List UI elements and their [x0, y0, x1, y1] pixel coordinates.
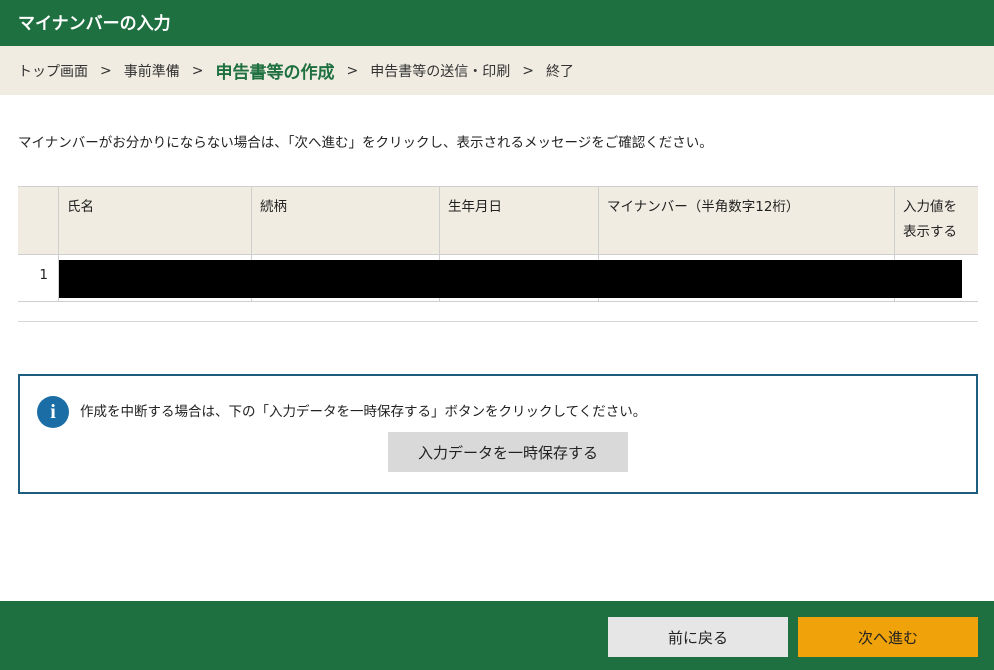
footer-bar: 前に戻る 次へ進む [0, 601, 994, 670]
info-icon: i [37, 396, 69, 428]
chevron-right-icon: > [100, 62, 112, 79]
page-title: マイナンバーの入力 [18, 14, 171, 34]
table-row: 1 [18, 255, 978, 301]
header-mynumber: マイナンバー（半角数字12桁） [598, 187, 894, 254]
next-button[interactable]: 次へ進む [798, 617, 978, 657]
save-temporarily-button[interactable]: 入力データを一時保存する [388, 432, 628, 472]
breadcrumb-item-end: 終了 [545, 63, 574, 80]
chevron-right-icon: > [346, 62, 359, 79]
chevron-right-icon: > [191, 62, 204, 79]
table-header: 氏名 続柄 生年月日 マイナンバー（半角数字12桁） 入力値を表示する [18, 187, 978, 255]
divider [18, 321, 978, 322]
breadcrumb-item-create: 申告書等の作成 [215, 63, 335, 83]
back-button[interactable]: 前に戻る [608, 617, 788, 657]
breadcrumb-item-top: トップ画面 [18, 63, 88, 80]
header-show-value: 入力値を表示する [894, 187, 978, 254]
intro-text: マイナンバーがお分かりにならない場合は、「次へ進む」をクリックし、表示されるメッ… [18, 135, 713, 151]
app-header: マイナンバーの入力 [0, 0, 994, 46]
header-relation: 続柄 [251, 187, 439, 254]
mynumber-table: 氏名 続柄 生年月日 マイナンバー（半角数字12桁） 入力値を表示する 1 [18, 186, 978, 302]
breadcrumb-item-prep: 事前準備 [123, 63, 180, 80]
redaction-bar [59, 260, 962, 298]
header-name: 氏名 [58, 187, 251, 254]
notice-text: 作成を中断する場合は、下の「入力データを一時保存する」ボタンをクリックしてくださ… [80, 404, 647, 420]
row-number: 1 [39, 267, 48, 283]
chevron-right-icon: > [522, 62, 534, 79]
save-notice-box: i 作成を中断する場合は、下の「入力データを一時保存する」ボタンをクリックしてく… [18, 374, 978, 494]
header-number [18, 187, 58, 254]
breadcrumb-item-send: 申告書等の送信・印刷 [370, 63, 511, 80]
breadcrumb: トップ画面 > 事前準備 > 申告書等の作成 > 申告書等の送信・印刷 > 終了 [0, 46, 994, 95]
header-birthdate: 生年月日 [439, 187, 598, 254]
